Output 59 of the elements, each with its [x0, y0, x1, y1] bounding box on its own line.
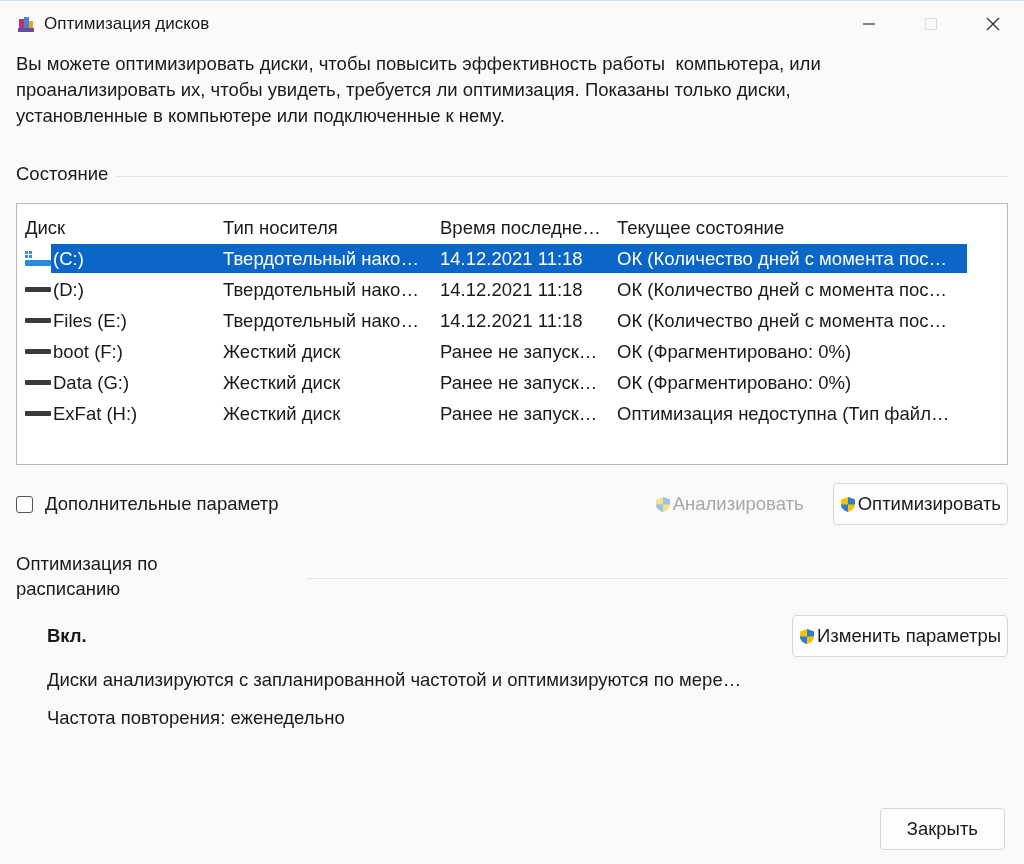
- table-cell-text: Жесткий диск: [223, 340, 342, 363]
- table-cell-text: 14.12.2021 11:18: [440, 278, 584, 301]
- close-icon: [985, 16, 1001, 32]
- drive-icon: [25, 380, 51, 385]
- table-cell-text: Твердотельный нако…: [223, 309, 420, 332]
- table-cell-text: 14.12.2021 11:18: [440, 247, 584, 270]
- description-text: Вы можете оптимизировать диски, чтобы повысить эффективность работы компьютера, или проанализировать их, чтобы увидеть, требуется ли оптимизация. Показаны только диски, установленные в компьютере или подключенные к нему.: [16, 52, 822, 128]
- list-row[interactable]: (C:) Твердотельный нако… 14.12.2021 11:18 ОК (Количество дней с момента пос…: [51, 244, 967, 273]
- system-drive-icon: [25, 249, 51, 268]
- column-header[interactable]: Время последне…: [440, 216, 617, 239]
- table-cell-text: Твердотельный нако…: [223, 278, 420, 301]
- section-label: Состояние: [16, 163, 109, 185]
- table-cell-text: Оптимизация недоступна (Тип файл…: [617, 402, 951, 425]
- action-button[interactable]: Оптимизировать: [832, 483, 1008, 525]
- table-cell-text: ExFat (H:): [52, 402, 139, 425]
- table-cell-text: Ранее не запуск…: [440, 340, 599, 363]
- table-cell-text: ОК (Фрагментировано: 0%): [617, 371, 853, 394]
- schedule-state: Вкл.: [47, 625, 87, 647]
- checkbox-label: Дополнительные параметр: [45, 493, 279, 515]
- drive-icon: [25, 411, 51, 416]
- table-cell-text: Ранее не запуск…: [440, 371, 599, 394]
- table-cell-text: Жесткий диск: [223, 402, 342, 425]
- table-cell-text: ОК (Количество дней с момента пос…: [617, 309, 949, 332]
- checkbox[interactable]: [16, 495, 33, 513]
- change-settings-button[interactable]: Изменить параметры: [792, 615, 1008, 657]
- table-cell-text: Files (E:): [52, 309, 128, 332]
- list-row[interactable]: ExFat (H:) Жесткий диск Ранее не запуск… Оптимизация недоступна (Тип файл…: [51, 399, 967, 428]
- schedule-frequency: Частота повторения: еженедельно: [47, 707, 346, 729]
- table-cell-text: (D:): [52, 278, 85, 301]
- section-label: Оптимизация по расписанию: [16, 552, 159, 601]
- table-cell-text: (C:): [52, 247, 85, 270]
- table-cell-text: 14.12.2021 11:18: [440, 309, 584, 332]
- shield-icon: [839, 495, 856, 513]
- app-icon: [16, 14, 36, 34]
- minimize-icon: [862, 23, 876, 25]
- table-cell-text: ОК (Количество дней с момента пос…: [617, 278, 949, 301]
- list-row[interactable]: Files (E:) Твердотельный нако… 14.12.2021 11:18 ОК (Количество дней с момента пос…: [51, 306, 967, 335]
- shield-icon: [799, 627, 816, 645]
- list-row[interactable]: boot (F:) Жесткий диск Ранее не запуск… ОК (Фрагментировано: 0%): [51, 337, 967, 366]
- drive-icon: [25, 287, 51, 292]
- table-cell-text: Data (G:): [52, 371, 131, 394]
- column-header[interactable]: Тип носителя: [223, 216, 440, 239]
- table-cell-text: boot (F:): [52, 340, 124, 363]
- close-dialog-button[interactable]: Закрыть: [879, 808, 1005, 850]
- drive-icon: [25, 349, 51, 354]
- shield-icon: [654, 495, 671, 513]
- column-header[interactable]: Диск: [17, 216, 223, 239]
- schedule-description: Диски анализируются с запланированной частотой и оптимизируются по мере…: [47, 669, 743, 691]
- list-row[interactable]: (D:) Твердотельный нако… 14.12.2021 11:18 ОК (Количество дней с момента пос…: [51, 275, 967, 304]
- table-cell-text: ОК (Количество дней с момента пос…: [617, 247, 949, 270]
- list-row[interactable]: Data (G:) Жесткий диск Ранее не запуск… ОК (Фрагментировано: 0%): [51, 368, 967, 397]
- table-cell-text: Твердотельный нако…: [223, 247, 420, 270]
- table-cell-text: ОК (Фрагментировано: 0%): [617, 340, 853, 363]
- drive-icon: [25, 318, 51, 323]
- column-header[interactable]: Текущее состояние: [617, 216, 967, 239]
- window-title: Оптимизация дисков: [44, 14, 211, 34]
- table-cell-text: Ранее не запуск…: [440, 402, 599, 425]
- maximize-icon: [924, 17, 938, 31]
- table-cell-text: Жесткий диск: [223, 371, 342, 394]
